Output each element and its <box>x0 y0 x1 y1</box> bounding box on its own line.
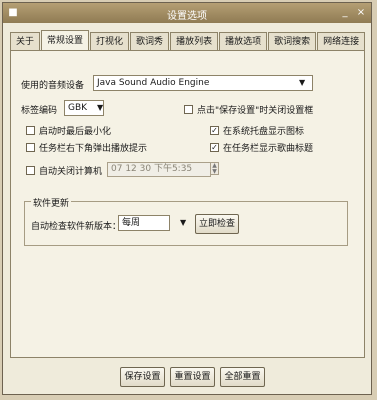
tab-about[interactable]: 关于 <box>10 32 41 51</box>
time-spinner[interactable]: ▲ ▼ <box>210 162 219 175</box>
tab-general[interactable]: 常规设置 <box>41 30 90 51</box>
reset-all-button[interactable]: 全部重置 <box>220 367 265 387</box>
tab-network[interactable]: 网络连接 <box>317 32 366 51</box>
audio-device-select[interactable]: Java Sound Audio Engine <box>93 75 313 91</box>
start-minimized-label: 启动时最后最小化 <box>39 127 112 137</box>
tab-lyrics-search[interactable]: 歌词搜索 <box>268 32 317 51</box>
chevron-down-icon[interactable]: ▼ <box>97 103 103 112</box>
minimize-button[interactable]: _ <box>339 7 351 19</box>
start-minimized-checkbox[interactable] <box>26 126 35 135</box>
chevron-down-icon[interactable]: ▼ <box>299 78 305 87</box>
tab-visualization[interactable]: 打视化 <box>90 32 130 51</box>
shutdown-time-field[interactable]: 07 12 30 下午5:35 <box>107 162 211 177</box>
dialog-title: 设置选项 <box>167 11 207 22</box>
tray-icon-label: 在系统托盘显示图标 <box>223 127 305 137</box>
check-now-button[interactable]: 立即检查 <box>195 214 239 234</box>
reset-button[interactable]: 重置设置 <box>170 367 215 387</box>
tray-tip-checkbox[interactable] <box>26 143 35 152</box>
tab-lyrics-show[interactable]: 歌词秀 <box>130 32 170 51</box>
settings-dialog: 设置选项 ■ _ × 关于 常规设置 打视化 歌词秀 播放列表 播放选项 歌词搜… <box>2 2 372 395</box>
tab-bar: 关于 常规设置 打视化 歌词秀 播放列表 播放选项 歌词搜索 网络连接 <box>10 30 366 51</box>
prompt-save-checkbox[interactable] <box>184 105 193 114</box>
taskbar-title-checkbox[interactable]: ✓ <box>210 143 219 152</box>
audio-device-label: 使用的音频设备 <box>21 81 85 91</box>
encoding-label: 标签编码 <box>21 106 58 116</box>
auto-check-label: 自动检查软件新版本： <box>31 222 122 232</box>
tray-icon-checkbox[interactable]: ✓ <box>210 126 219 135</box>
chevron-down-icon[interactable]: ▼ <box>180 218 186 227</box>
close-button[interactable]: × <box>355 7 367 19</box>
save-button[interactable]: 保存设置 <box>120 367 165 387</box>
taskbar-title-label: 在任务栏显示歌曲标题 <box>223 144 314 154</box>
prompt-save-label: 点击"保存设置"时关闭设置框 <box>197 106 314 116</box>
tab-play-options[interactable]: 播放选项 <box>219 32 268 51</box>
software-update-group: 软件更新 自动检查软件新版本： 每周 ▼ 立即检查 <box>24 196 348 246</box>
tray-tip-label: 任务栏右下角弹出播放提示 <box>39 144 148 154</box>
tab-playlist[interactable]: 播放列表 <box>170 32 219 51</box>
auto-shutdown-label: 自动关闭计算机 <box>39 167 103 177</box>
update-frequency-select[interactable]: 每周 <box>118 215 170 231</box>
auto-shutdown-checkbox[interactable] <box>26 166 35 175</box>
general-settings-panel: 使用的音频设备 Java Sound Audio Engine ▼ 标签编码 G… <box>10 50 365 358</box>
group-title: 软件更新 <box>31 196 72 209</box>
title-bar[interactable]: 设置选项 ■ _ × <box>3 3 371 23</box>
window-menu-icon[interactable]: ■ <box>7 7 19 19</box>
